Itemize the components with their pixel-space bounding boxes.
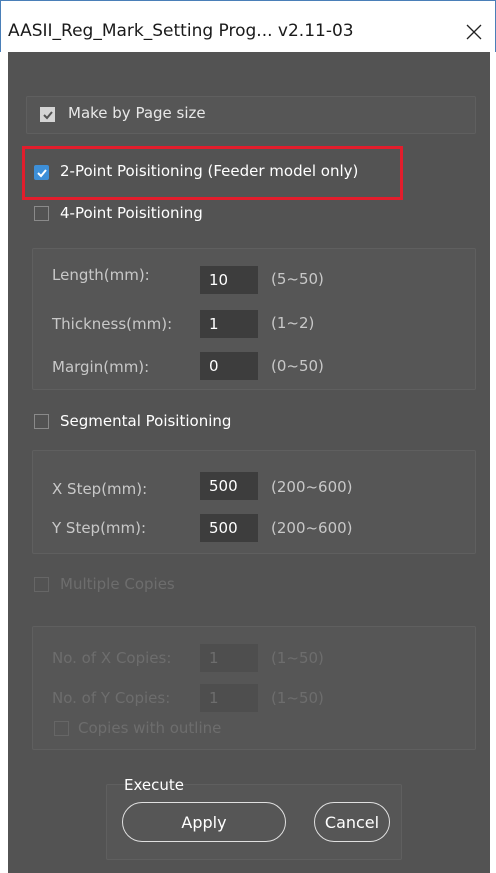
y-step-input[interactable]: 500 — [200, 514, 258, 542]
copies-outline-checkbox[interactable] — [54, 721, 69, 736]
x-step-input[interactable]: 500 — [200, 472, 258, 500]
four-point-label: 4-Point Poisitioning — [60, 204, 203, 222]
y-step-label: Y Step(mm): — [52, 519, 147, 537]
make-by-page-size-checkbox[interactable] — [40, 107, 55, 122]
multiple-copies-label: Multiple Copies — [60, 575, 175, 593]
title-bar: AASII_Reg_Mark_Setting Prog... v2.11-03 — [0, 0, 496, 52]
x-copies-range: (1~50) — [271, 649, 324, 667]
length-range: (5~50) — [271, 270, 324, 288]
cancel-button[interactable]: Cancel — [314, 802, 390, 842]
thickness-range: (1~2) — [271, 314, 315, 332]
four-point-checkbox[interactable] — [34, 206, 49, 221]
y-step-range: (200~600) — [271, 519, 353, 537]
y-copies-range: (1~50) — [271, 689, 324, 707]
checkmark-icon — [43, 111, 53, 120]
margin-label: Margin(mm): — [52, 358, 150, 376]
thickness-input[interactable]: 1 — [200, 310, 258, 338]
y-copies-label: No. of Y Copies: — [52, 689, 171, 707]
x-step-label: X Step(mm): — [52, 480, 148, 498]
make-by-page-size-label: Make by Page size — [68, 104, 206, 122]
multiple-copies-checkbox[interactable] — [34, 577, 49, 592]
segmental-checkbox[interactable] — [34, 414, 49, 429]
apply-button[interactable]: Apply — [122, 802, 286, 842]
close-icon — [466, 24, 482, 40]
highlight-box — [22, 146, 403, 200]
margin-input[interactable]: 0 — [200, 352, 258, 380]
y-copies-input[interactable]: 1 — [200, 684, 258, 712]
execute-label: Execute — [124, 776, 184, 794]
window-title: AASII_Reg_Mark_Setting Prog... v2.11-03 — [8, 21, 354, 41]
copies-outline-label: Copies with outline — [78, 719, 222, 737]
x-step-range: (200~600) — [271, 478, 353, 496]
x-copies-input[interactable]: 1 — [200, 644, 258, 672]
x-copies-label: No. of X Copies: — [52, 649, 172, 667]
length-label: Length(mm): — [52, 266, 150, 284]
close-button[interactable] — [457, 15, 491, 49]
segmental-label: Segmental Poisitioning — [60, 412, 232, 430]
margin-range: (0~50) — [271, 357, 324, 375]
length-input[interactable]: 10 — [200, 266, 258, 294]
thickness-label: Thickness(mm): — [52, 315, 173, 333]
